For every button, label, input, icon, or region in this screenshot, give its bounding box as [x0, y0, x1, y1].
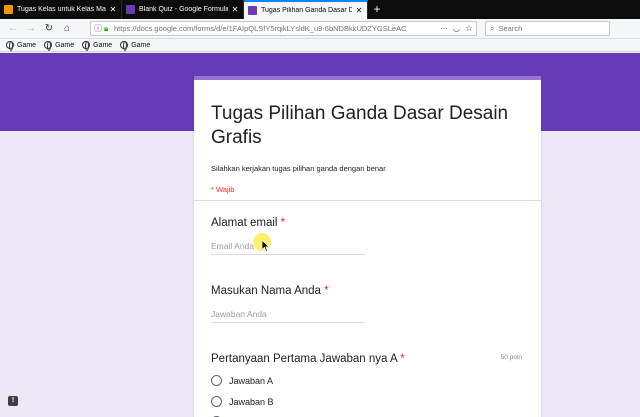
kelas-maya-favicon-icon: [4, 5, 13, 14]
address-bar[interactable]: ⓘ 🔒︎ https://docs.google.com/forms/d/e/1…: [90, 21, 477, 36]
question-title-first: Pertanyaan Pertama Jawaban nya A *: [211, 353, 405, 365]
navigation-bar: ← → ↻ ⌂ ⓘ 🔒︎ https://docs.google.com/for…: [0, 19, 640, 39]
question-text: Masukan Nama Anda: [211, 285, 321, 297]
required-note: * Wajib: [211, 185, 235, 194]
form-card: Tugas Pilihan Ganda Dasar Desain Grafis …: [194, 76, 541, 417]
required-asterisk: *: [324, 285, 329, 297]
globe-icon: [82, 41, 91, 51]
form-description: Silahkan kerjakan tugas pilihan ganda de…: [211, 164, 386, 173]
name-placeholder: Jawaban Anda: [211, 309, 267, 319]
form-title: Tugas Pilihan Ganda Dasar Desain Grafis: [211, 103, 509, 148]
close-icon[interactable]: ✕: [231, 5, 239, 14]
option-label: Jawaban B: [229, 396, 274, 407]
radio-button[interactable]: [211, 396, 222, 407]
page-actions-icon[interactable]: ···: [440, 24, 448, 33]
email-field[interactable]: Email Anda: [211, 241, 365, 255]
reload-icon[interactable]: ↻: [40, 21, 58, 37]
globe-icon: [6, 41, 14, 51]
lock-icon[interactable]: 🔒︎: [104, 24, 114, 34]
tab-label: Tugas Kelas untuk Kelas Maya: [17, 6, 106, 13]
question-title-email: Alamat email *: [211, 217, 285, 229]
tab-blank-quiz[interactable]: Blank Quiz - Google Formulir ✕: [122, 0, 244, 19]
email-placeholder: Email Anda: [211, 241, 254, 251]
pocket-icon[interactable]: ◡: [453, 24, 460, 33]
question-title-name: Masukan Nama Anda *: [211, 285, 329, 297]
bookmark-game[interactable]: Game: [44, 41, 75, 51]
tab-label: Blank Quiz - Google Formulir: [139, 6, 228, 13]
forward-arrow-icon[interactable]: →: [22, 21, 40, 37]
bookmark-label: Game: [131, 41, 151, 49]
new-tab-button[interactable]: +: [368, 0, 386, 19]
radio-option-a[interactable]: Jawaban A: [211, 375, 273, 386]
bookmark-game[interactable]: Game: [6, 41, 37, 51]
tab-kelas-maya[interactable]: Tugas Kelas untuk Kelas Maya ✕: [0, 0, 122, 19]
bookmark-game[interactable]: Game: [120, 41, 151, 51]
info-icon[interactable]: ⓘ: [94, 23, 104, 34]
bookmarks-toolbar: Game Game Game Game: [0, 39, 640, 52]
url-text[interactable]: https://docs.google.com/forms/d/e/1FAIpQ…: [114, 24, 436, 33]
search-placeholder: Search: [498, 24, 523, 33]
bookmark-label: Game: [17, 41, 37, 49]
home-icon[interactable]: ⌂: [58, 21, 76, 37]
question-text: Alamat email: [211, 217, 278, 229]
globe-icon: [44, 41, 53, 51]
close-icon[interactable]: ✕: [355, 6, 363, 15]
search-input[interactable]: ⌕ Search: [485, 21, 610, 36]
required-asterisk: *: [280, 217, 286, 229]
globe-icon: [120, 41, 129, 51]
divider: [194, 200, 541, 201]
close-icon[interactable]: ✕: [109, 5, 117, 14]
radio-button[interactable]: [211, 375, 222, 386]
tab-strip: Tugas Kelas untuk Kelas Maya ✕ Blank Qui…: [0, 0, 640, 19]
google-forms-favicon-icon: [126, 5, 135, 14]
bookmark-game[interactable]: Game: [82, 41, 113, 51]
search-icon: ⌕: [490, 23, 495, 33]
bookmark-star-icon[interactable]: ☆: [465, 23, 473, 34]
question-points: 50 poin: [500, 354, 522, 361]
radio-option-b[interactable]: Jawaban B: [211, 396, 274, 407]
question-text: Pertanyaan Pertama Jawaban nya A: [211, 353, 398, 365]
tab-active-form[interactable]: Tugas Pilihan Ganda Dasar Desain ✕: [244, 0, 368, 19]
name-field[interactable]: Jawaban Anda: [211, 309, 365, 323]
bookmark-label: Game: [55, 41, 75, 49]
google-forms-favicon-icon: [248, 6, 257, 15]
option-label: Jawaban A: [229, 375, 274, 386]
bookmark-label: Game: [93, 41, 113, 49]
feedback-icon[interactable]: !: [8, 396, 18, 406]
required-asterisk: *: [400, 353, 405, 365]
back-arrow-icon[interactable]: ←: [4, 21, 22, 37]
tab-label: Tugas Pilihan Ganda Dasar Desain: [261, 7, 352, 14]
